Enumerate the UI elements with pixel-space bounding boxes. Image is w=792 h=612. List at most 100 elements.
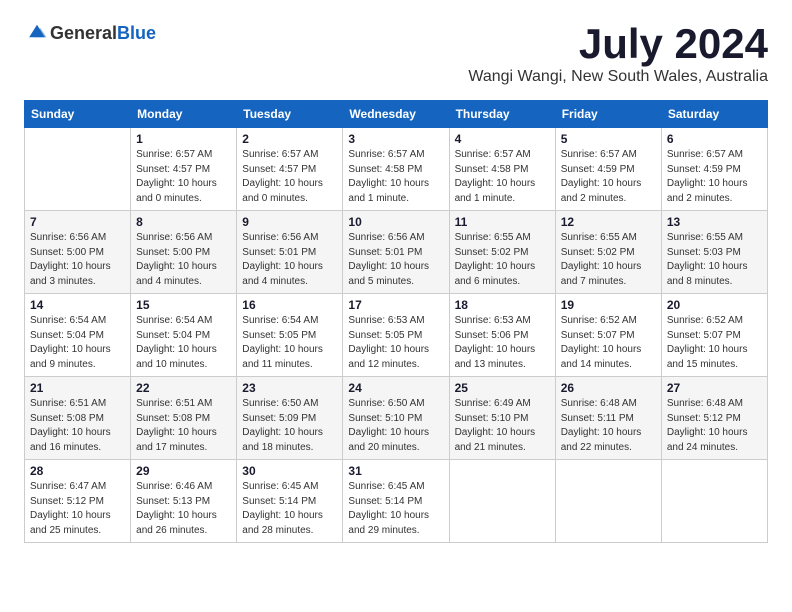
day-detail: Sunrise: 6:54 AM Sunset: 5:04 PM Dayligh… (136, 314, 231, 372)
location-title: Wangi Wangi, New South Wales, Australia (468, 68, 768, 86)
weekday-header-monday: Monday (131, 101, 237, 128)
day-detail: Sunrise: 6:57 AM Sunset: 4:58 PM Dayligh… (455, 148, 550, 206)
logo: GeneralBlue (24, 20, 156, 47)
day-number: 10 (348, 215, 443, 229)
calendar-table: SundayMondayTuesdayWednesdayThursdayFrid… (24, 100, 768, 543)
logo-text: GeneralBlue (50, 23, 156, 44)
day-number: 19 (561, 298, 656, 312)
calendar-cell: 13 Sunrise: 6:55 AM Sunset: 5:03 PM Dayli… (661, 211, 767, 294)
day-number: 30 (242, 464, 337, 478)
calendar-cell: 27 Sunrise: 6:48 AM Sunset: 5:12 PM Dayli… (661, 377, 767, 460)
calendar-cell: 1Sunrise: 6:57 AM Sunset: 4:57 PM Daylig… (131, 128, 237, 211)
calendar-cell: 21Sunrise: 6:51 AM Sunset: 5:08 PM Dayli… (25, 377, 131, 460)
calendar-cell: 22 Sunrise: 6:51 AM Sunset: 5:08 PM Dayli… (131, 377, 237, 460)
logo-mark (24, 20, 48, 47)
day-detail: Sunrise: 6:51 AM Sunset: 5:08 PM Dayligh… (136, 397, 231, 455)
calendar-cell: 17 Sunrise: 6:53 AM Sunset: 5:05 PM Dayli… (343, 294, 449, 377)
day-number: 11 (455, 215, 550, 229)
day-detail: Sunrise: 6:48 AM Sunset: 5:11 PM Dayligh… (561, 397, 656, 455)
calendar-cell: 2 Sunrise: 6:57 AM Sunset: 4:57 PM Daylig… (237, 128, 343, 211)
day-detail: Sunrise: 6:57 AM Sunset: 4:58 PM Dayligh… (348, 148, 443, 206)
day-number: 22 (136, 381, 231, 395)
day-number: 24 (348, 381, 443, 395)
day-detail: Sunrise: 6:50 AM Sunset: 5:09 PM Dayligh… (242, 397, 337, 455)
day-detail: Sunrise: 6:52 AM Sunset: 5:07 PM Dayligh… (667, 314, 762, 372)
calendar-week-row: 28Sunrise: 6:47 AM Sunset: 5:12 PM Dayli… (25, 460, 768, 543)
day-detail: Sunrise: 6:56 AM Sunset: 5:00 PM Dayligh… (136, 231, 231, 289)
day-detail: Sunrise: 6:53 AM Sunset: 5:05 PM Dayligh… (348, 314, 443, 372)
day-number: 6 (667, 132, 762, 146)
day-number: 25 (455, 381, 550, 395)
day-detail: Sunrise: 6:55 AM Sunset: 5:03 PM Dayligh… (667, 231, 762, 289)
day-number: 20 (667, 298, 762, 312)
day-detail: Sunrise: 6:57 AM Sunset: 4:57 PM Dayligh… (242, 148, 337, 206)
title-block: July 2024 Wangi Wangi, New South Wales, … (468, 20, 768, 96)
calendar-cell: 8 Sunrise: 6:56 AM Sunset: 5:00 PM Daylig… (131, 211, 237, 294)
calendar-cell: 24 Sunrise: 6:50 AM Sunset: 5:10 PM Dayli… (343, 377, 449, 460)
day-detail: Sunrise: 6:53 AM Sunset: 5:06 PM Dayligh… (455, 314, 550, 372)
day-detail: Sunrise: 6:56 AM Sunset: 5:01 PM Dayligh… (348, 231, 443, 289)
calendar-cell: 31 Sunrise: 6:45 AM Sunset: 5:14 PM Dayli… (343, 460, 449, 543)
weekday-header-saturday: Saturday (661, 101, 767, 128)
calendar-cell (25, 128, 131, 211)
day-number: 31 (348, 464, 443, 478)
day-number: 28 (30, 464, 125, 478)
day-detail: Sunrise: 6:48 AM Sunset: 5:12 PM Dayligh… (667, 397, 762, 455)
calendar-cell: 28Sunrise: 6:47 AM Sunset: 5:12 PM Dayli… (25, 460, 131, 543)
weekday-header-tuesday: Tuesday (237, 101, 343, 128)
calendar-cell (555, 460, 661, 543)
day-number: 5 (561, 132, 656, 146)
weekday-header-thursday: Thursday (449, 101, 555, 128)
day-number: 9 (242, 215, 337, 229)
day-number: 14 (30, 298, 125, 312)
day-detail: Sunrise: 6:49 AM Sunset: 5:10 PM Dayligh… (455, 397, 550, 455)
calendar-cell: 20 Sunrise: 6:52 AM Sunset: 5:07 PM Dayli… (661, 294, 767, 377)
calendar-cell: 15Sunrise: 6:54 AM Sunset: 5:04 PM Dayli… (131, 294, 237, 377)
month-title: July 2024 (468, 20, 768, 68)
calendar-cell: 7 Sunrise: 6:56 AM Sunset: 5:00 PM Daylig… (25, 211, 131, 294)
calendar-week-row: 21 Sunrise: 6:51 AM Sunset: 5:08 PM Dayli… (25, 377, 768, 460)
calendar-week-row: 1Sunrise: 6:57 AM Sunset: 4:57 PM Daylig… (25, 128, 768, 211)
day-number: 13 (667, 215, 762, 229)
calendar-cell (661, 460, 767, 543)
calendar-week-row: 7 Sunrise: 6:56 AM Sunset: 5:00 PM Daylig… (25, 211, 768, 294)
calendar-cell: 26 Sunrise: 6:48 AM Sunset: 5:11 PM Dayli… (555, 377, 661, 460)
calendar-cell: 10 Sunrise: 6:56 AM Sunset: 5:01 PM Dayli… (343, 211, 449, 294)
day-number: 2 (242, 132, 337, 146)
day-detail: Sunrise: 6:56 AM Sunset: 5:01 PM Dayligh… (242, 231, 337, 289)
day-detail: Sunrise: 6:54 AM Sunset: 5:04 PM Dayligh… (30, 314, 125, 372)
day-number: 23 (242, 381, 337, 395)
calendar-cell: 19 Sunrise: 6:52 AM Sunset: 5:07 PM Dayli… (555, 294, 661, 377)
day-detail: Sunrise: 6:50 AM Sunset: 5:10 PM Dayligh… (348, 397, 443, 455)
day-detail: Sunrise: 6:54 AM Sunset: 5:05 PM Dayligh… (242, 314, 337, 372)
day-number: 27 (667, 381, 762, 395)
weekday-header-wednesday: Wednesday (343, 101, 449, 128)
day-number: 29 (136, 464, 231, 478)
page-header: GeneralBlue July 2024 Wangi Wangi, New S… (24, 20, 768, 96)
day-number: 12 (561, 215, 656, 229)
calendar-cell: 29Sunrise: 6:46 AM Sunset: 5:13 PM Dayli… (131, 460, 237, 543)
day-number: 7 (30, 215, 125, 229)
day-detail: Sunrise: 6:52 AM Sunset: 5:07 PM Dayligh… (561, 314, 656, 372)
day-detail: Sunrise: 6:57 AM Sunset: 4:57 PM Dayligh… (136, 148, 231, 206)
weekday-header-friday: Friday (555, 101, 661, 128)
day-detail: Sunrise: 6:45 AM Sunset: 5:14 PM Dayligh… (348, 480, 443, 538)
calendar-cell: 3Sunrise: 6:57 AM Sunset: 4:58 PM Daylig… (343, 128, 449, 211)
day-detail: Sunrise: 6:55 AM Sunset: 5:02 PM Dayligh… (561, 231, 656, 289)
calendar-header-row: SundayMondayTuesdayWednesdayThursdayFrid… (25, 101, 768, 128)
calendar-cell: 6Sunrise: 6:57 AM Sunset: 4:59 PM Daylig… (661, 128, 767, 211)
calendar-cell: 23 Sunrise: 6:50 AM Sunset: 5:09 PM Dayli… (237, 377, 343, 460)
day-number: 17 (348, 298, 443, 312)
weekday-header-sunday: Sunday (25, 101, 131, 128)
calendar-cell: 30 Sunrise: 6:45 AM Sunset: 5:14 PM Dayli… (237, 460, 343, 543)
calendar-cell: 9 Sunrise: 6:56 AM Sunset: 5:01 PM Daylig… (237, 211, 343, 294)
day-number: 8 (136, 215, 231, 229)
calendar-cell: 14 Sunrise: 6:54 AM Sunset: 5:04 PM Dayli… (25, 294, 131, 377)
day-number: 26 (561, 381, 656, 395)
day-number: 16 (242, 298, 337, 312)
calendar-cell: 25 Sunrise: 6:49 AM Sunset: 5:10 PM Dayli… (449, 377, 555, 460)
day-detail: Sunrise: 6:57 AM Sunset: 4:59 PM Dayligh… (561, 148, 656, 206)
day-detail: Sunrise: 6:56 AM Sunset: 5:00 PM Dayligh… (30, 231, 125, 289)
day-number: 21 (30, 381, 125, 395)
day-detail: Sunrise: 6:45 AM Sunset: 5:14 PM Dayligh… (242, 480, 337, 538)
